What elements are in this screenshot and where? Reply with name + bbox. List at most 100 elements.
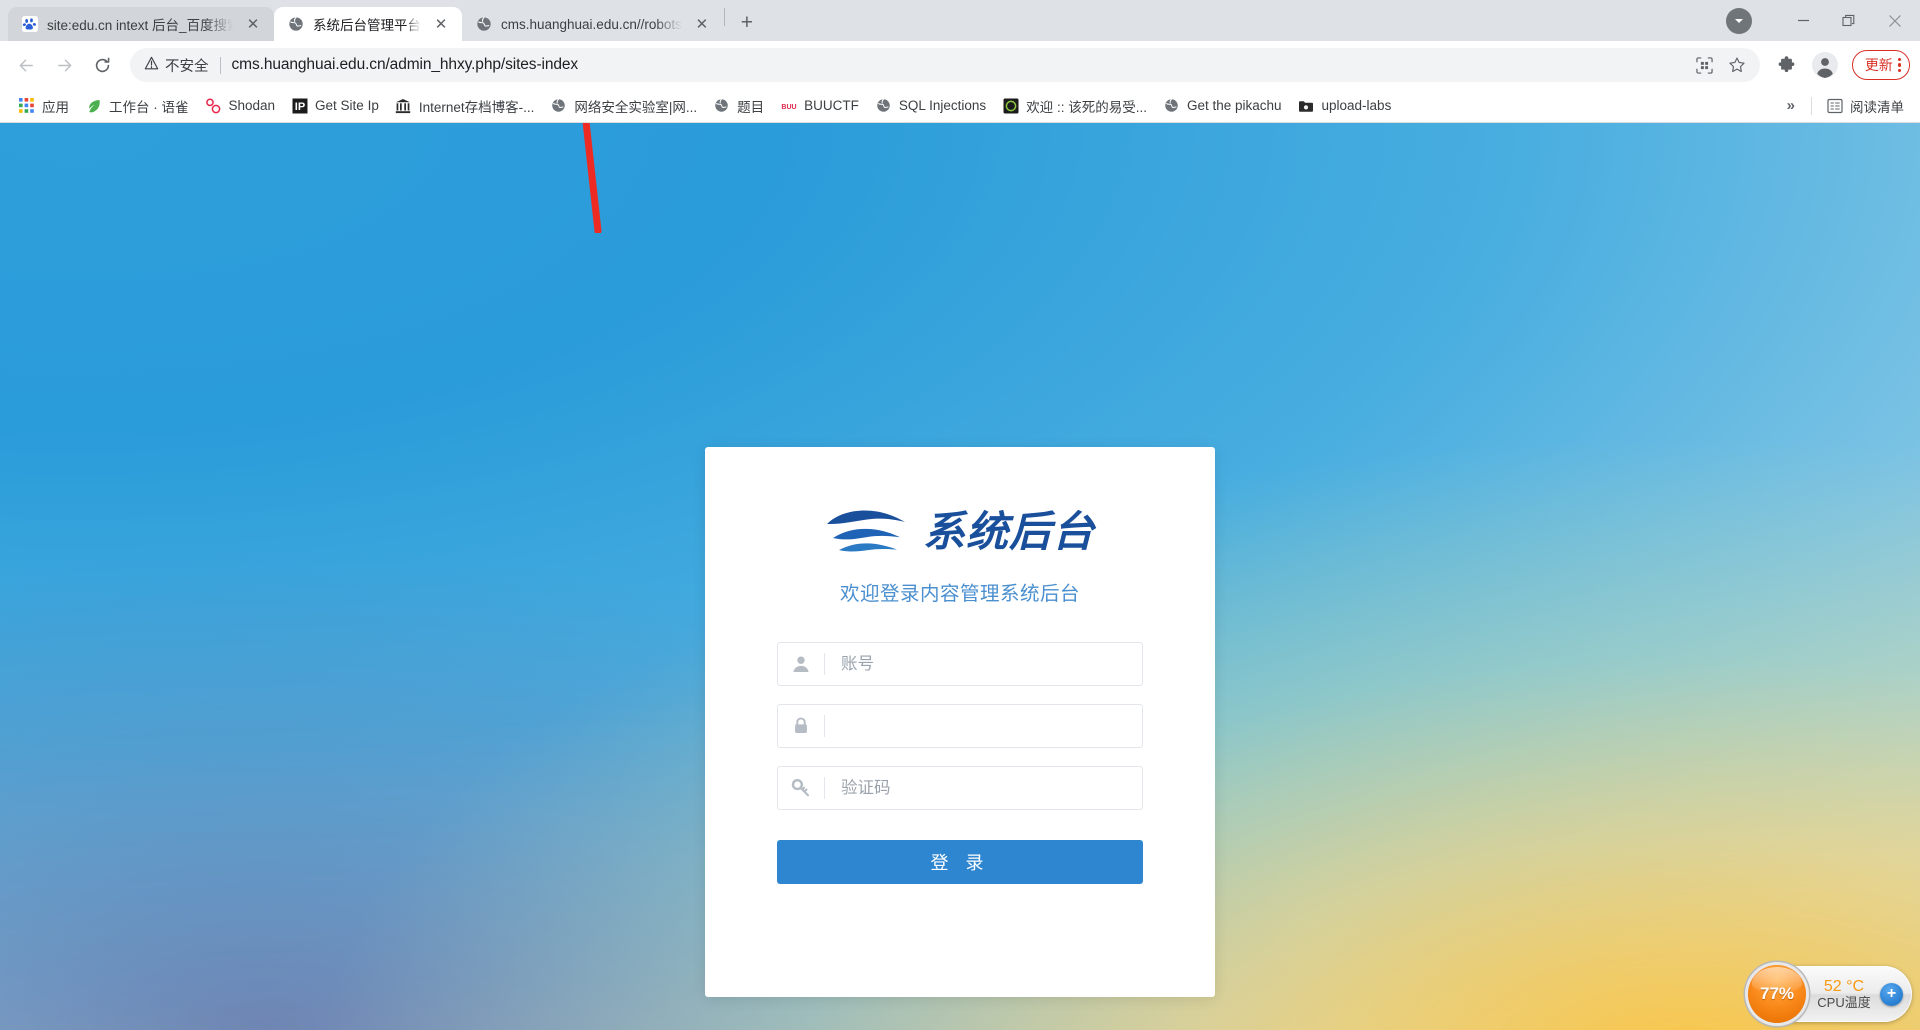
cpu-usage-dial: 77% <box>1748 965 1806 1023</box>
close-window-button[interactable] <box>1872 0 1918 41</box>
bookmark-buuctf[interactable]: BUU BUUCTF <box>772 93 867 118</box>
new-tab-button[interactable]: + <box>732 8 762 38</box>
ip-icon: IP <box>291 97 308 114</box>
bookmark-apps[interactable]: 应用 <box>10 92 77 120</box>
key-icon <box>778 778 824 798</box>
browser-tab-1-close-icon[interactable]: ✕ <box>242 13 264 35</box>
qr-code-icon[interactable] <box>1690 50 1720 80</box>
red-annotation-arrow <box>582 123 602 233</box>
bookmark-label: Shodan <box>228 98 276 113</box>
baidu-paw-icon <box>21 16 38 33</box>
password-input[interactable] <box>825 705 1142 747</box>
download-chevron-icon[interactable] <box>1726 7 1752 34</box>
bookmark-label: 网络安全实验室|网... <box>574 99 698 115</box>
reading-list-icon <box>1826 97 1843 114</box>
browser-tab-2-close-icon[interactable]: ✕ <box>430 13 452 35</box>
dvwa-icon <box>1002 97 1019 114</box>
bookmarks-bar: 应用 工作台 · 语雀 Shodan IP Get Site Ip Intern… <box>0 89 1920 123</box>
browser-tab-2-title: 系统后台管理平台 <box>313 18 421 33</box>
bookmarks-overflow-button[interactable]: » <box>1777 93 1805 118</box>
warning-triangle-icon <box>144 56 159 75</box>
puzzle-piece-icon[interactable] <box>1770 48 1804 82</box>
bookmark-label: 题目 <box>737 99 765 115</box>
globe-icon <box>713 97 730 114</box>
cpu-temperature-value: 52 °C <box>1823 977 1865 995</box>
login-button[interactable]: 登 录 <box>777 840 1143 884</box>
page-viewport: 系统后台 欢迎登录内容管理系统后台 账号 验证码 登 录 77% 52 °C C… <box>0 123 1920 1030</box>
maximize-restore-button[interactable] <box>1826 0 1872 41</box>
star-icon[interactable] <box>1722 50 1752 80</box>
browser-tab-1-title: site:edu.cn intext 后台_百度搜索 <box>47 18 233 33</box>
bookmark-yuque[interactable]: 工作台 · 语雀 <box>77 92 197 120</box>
bookmark-shodan[interactable]: Shodan <box>197 93 284 118</box>
cpu-temperature-widget[interactable]: 77% 52 °C CPU温度 + <box>1748 965 1912 1023</box>
archive-icon <box>395 97 412 114</box>
bookmark-timu[interactable]: 题目 <box>705 92 772 120</box>
browser-window: site:edu.cn intext 后台_百度搜索 ✕ 系统后台管理平台 ✕ … <box>0 0 1920 1030</box>
bookmark-label: Get the pikachu <box>1186 98 1282 113</box>
reading-list-label: 阅读清单 <box>1850 99 1904 115</box>
bookmark-label: 应用 <box>42 99 69 115</box>
globe-icon <box>475 16 492 33</box>
bookmark-label: BUUCTF <box>804 98 859 113</box>
username-field[interactable] <box>777 642 1143 686</box>
globe-icon <box>1163 97 1180 114</box>
bookmarks-divider <box>1811 96 1812 115</box>
cpu-widget-add-button[interactable]: + <box>1880 982 1903 1006</box>
reading-list-button[interactable]: 阅读清单 <box>1818 92 1912 120</box>
omnibox-divider <box>219 56 221 74</box>
back-button[interactable] <box>8 47 44 83</box>
bookmark-internet-archive[interactable]: Internet存档博客-... <box>387 92 543 120</box>
bookmark-label: upload-labs <box>1321 98 1392 113</box>
bookmark-label: SQL Injections <box>898 98 987 113</box>
minimize-button[interactable] <box>1780 0 1826 41</box>
yuque-leaf-icon <box>85 97 102 114</box>
captcha-input[interactable] <box>825 767 1142 809</box>
globe-icon <box>550 97 567 114</box>
browser-tab-1[interactable]: site:edu.cn intext 后台_百度搜索 ✕ <box>8 7 274 41</box>
logo-row: 系统后台 <box>705 501 1215 563</box>
logo-text: 系统后台 <box>922 508 1095 555</box>
bookmark-sql-injections[interactable]: SQL Injections <box>867 93 994 118</box>
tab-divider <box>723 8 725 26</box>
security-status[interactable]: 不安全 <box>144 55 209 76</box>
user-avatar-icon[interactable] <box>1808 48 1842 82</box>
browser-tab-3-title: cms.huanghuai.edu.cn//robots <box>501 16 682 32</box>
security-status-label: 不安全 <box>165 58 209 75</box>
login-form: 登 录 <box>705 642 1215 884</box>
update-button[interactable]: 更新 <box>1851 50 1910 80</box>
globe-icon <box>875 97 892 114</box>
bookmark-label: 欢迎 :: 该死的易受... <box>1026 99 1147 115</box>
person-icon <box>778 654 824 674</box>
window-controls <box>1726 0 1920 41</box>
bookmark-upload-labs[interactable]: upload-labs <box>1290 93 1400 118</box>
address-bar[interactable]: 不安全 cms.huanghuai.edu.cn/admin_hhxy.php/… <box>130 48 1760 82</box>
bookmark-security-lab[interactable]: 网络安全实验室|网... <box>542 92 705 120</box>
username-input[interactable] <box>825 643 1142 685</box>
bookmark-get-site-ip[interactable]: IP Get Site Ip <box>283 93 387 118</box>
tab-strip: site:edu.cn intext 后台_百度搜索 ✕ 系统后台管理平台 ✕ … <box>0 0 1920 41</box>
apps-grid-icon <box>18 97 35 114</box>
omnibox-actions <box>1690 50 1752 80</box>
url-text[interactable]: cms.huanghuai.edu.cn/admin_hhxy.php/site… <box>232 56 1690 74</box>
reload-button[interactable] <box>84 47 120 83</box>
folder-icon <box>1298 97 1315 114</box>
three-dots-vertical-icon[interactable] <box>1897 57 1901 73</box>
browser-tab-3[interactable]: cms.huanghuai.edu.cn//robots ✕ <box>462 7 723 41</box>
svg-text:IP: IP <box>294 101 304 113</box>
password-field[interactable] <box>777 704 1143 748</box>
wave-swoosh-icon <box>825 507 907 557</box>
bookmark-dvwa[interactable]: 欢迎 :: 该死的易受... <box>994 92 1155 120</box>
bookmark-pikachu[interactable]: Get the pikachu <box>1155 93 1290 118</box>
cpu-readout: 52 °C CPU温度 <box>1808 978 1880 1010</box>
login-card: 系统后台 欢迎登录内容管理系统后台 账号 验证码 登 录 <box>705 447 1215 997</box>
browser-tab-2[interactable]: 系统后台管理平台 ✕ <box>274 7 462 41</box>
forward-button[interactable] <box>46 47 82 83</box>
buuctf-icon: BUU <box>780 97 797 114</box>
browser-toolbar: 不安全 cms.huanghuai.edu.cn/admin_hhxy.php/… <box>0 41 1920 89</box>
cpu-usage-percent: 77% <box>1759 984 1795 1003</box>
cpu-temperature-label: CPU温度 <box>1817 994 1871 1010</box>
browser-tab-3-close-icon[interactable]: ✕ <box>691 13 713 35</box>
update-button-label: 更新 <box>1864 57 1893 73</box>
captcha-field[interactable] <box>777 766 1143 810</box>
